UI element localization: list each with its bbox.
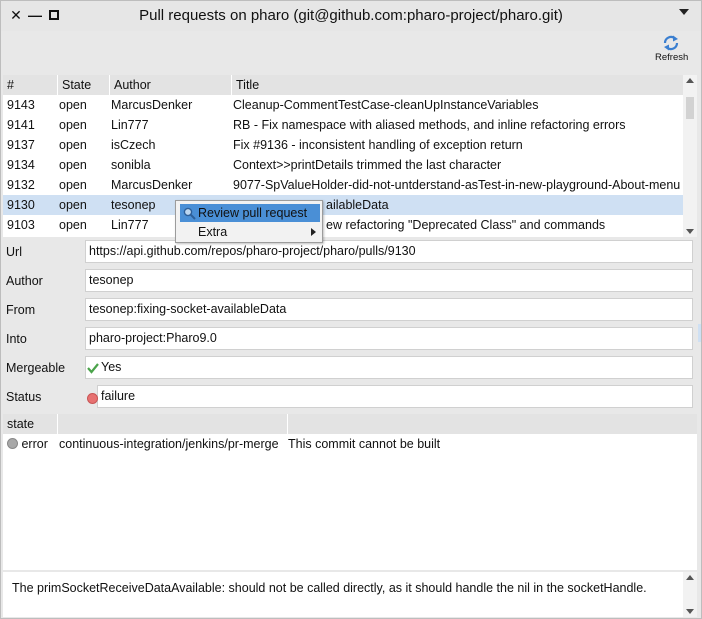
column-header-context[interactable] [57, 414, 287, 434]
pr-state: open [59, 178, 87, 192]
column-header-number[interactable]: # [3, 75, 57, 95]
description-cell: This commit cannot be built [288, 437, 441, 451]
scroll-up-icon[interactable] [686, 78, 694, 83]
scroll-up-icon[interactable] [686, 575, 694, 580]
pr-state: open [59, 138, 87, 152]
status-checks-table[interactable]: state error continuous-integration/jenki… [3, 414, 697, 570]
state-cell: error [7, 434, 48, 454]
pull-requests-window: ✕ — Pull requests on pharo (git@github.c… [0, 0, 702, 619]
pr-author: MarcusDenker [111, 178, 193, 192]
table-row[interactable]: 9137 open isCzech Fix #9136 - inconsiste… [3, 135, 683, 155]
url-field[interactable]: https://api.github.com/repos/pharo-proje… [85, 240, 693, 263]
failure-status-icon [87, 393, 98, 404]
pr-description-panel[interactable]: The primSocketReceiveDataAvailable: shou… [3, 572, 697, 617]
author-row: Author tesonep [1, 269, 701, 295]
status-field: failure [97, 385, 693, 408]
toolbar: Refresh [1, 31, 701, 73]
pr-description-text: The primSocketReceiveDataAvailable: shou… [12, 581, 647, 595]
url-label: Url [6, 245, 22, 259]
pr-state: open [59, 118, 87, 132]
pr-title: ew refactoring "Deprecated Class" and co… [326, 218, 606, 232]
pull-request-table[interactable]: # State Author Title 9143 open MarcusDen… [3, 75, 697, 237]
table-row[interactable]: 9134 open sonibla Context>>printDetails … [3, 155, 683, 175]
table-row[interactable]: 9143 open MarcusDenker Cleanup-CommentTe… [3, 95, 683, 115]
table-row[interactable]: 9141 open Lin777 RB - Fix namespace with… [3, 115, 683, 135]
scroll-down-icon[interactable] [686, 609, 694, 614]
status-label: Status [6, 390, 42, 404]
pr-number: 9137 [7, 138, 35, 152]
status-row: Status failure [1, 385, 701, 411]
pr-number: 9141 [7, 118, 35, 132]
pr-title: ailableData [326, 198, 389, 212]
pr-title: 9077-SpValueHolder-did-not-untderstand-a… [233, 178, 681, 192]
pr-number: 9134 [7, 158, 35, 172]
refresh-label: Refresh [655, 52, 689, 63]
pr-title: Fix #9136 - inconsistent handling of exc… [233, 138, 523, 152]
into-field[interactable]: pharo-project:Pharo9.0 [85, 327, 693, 350]
pr-author: sonibla [111, 158, 151, 172]
pr-state: open [59, 218, 87, 232]
pr-number: 9130 [7, 198, 35, 212]
table-row[interactable]: 9132 open MarcusDenker 9077-SpValueHolde… [3, 175, 683, 195]
table-row-selected[interactable]: 9130 open tesonep ailableData [3, 195, 683, 215]
scrollbar-thumb[interactable] [686, 97, 694, 119]
pr-number: 9143 [7, 98, 35, 112]
table-header: # State Author Title [3, 75, 683, 95]
author-label: Author [6, 274, 43, 288]
column-header-author[interactable]: Author [109, 75, 231, 95]
table-scrollbar[interactable] [683, 75, 697, 237]
menu-item-review-pull-request[interactable]: Review pull request [180, 204, 320, 222]
mergeable-label: Mergeable [6, 361, 66, 375]
column-header-state[interactable]: State [57, 75, 109, 95]
checkmark-icon [87, 363, 99, 374]
pr-state: open [59, 198, 87, 212]
pr-title: Context>>printDetails trimmed the last c… [233, 158, 502, 172]
refresh-icon [663, 35, 679, 51]
submenu-arrow-icon [311, 228, 316, 236]
table-header: state [3, 414, 697, 434]
pr-author: Lin777 [111, 118, 149, 132]
pr-state: open [59, 98, 87, 112]
from-row: From tesonep:fixing-socket-availableData [1, 298, 701, 324]
pr-title: RB - Fix namespace with aliased methods,… [233, 118, 626, 132]
pr-author: MarcusDenker [111, 98, 193, 112]
pr-title: Cleanup-CommentTestCase-cleanUpInstanceV… [233, 98, 539, 112]
url-row: Url https://api.github.com/repos/pharo-p… [1, 240, 701, 266]
state-value: error [21, 437, 48, 451]
pr-author: isCzech [111, 138, 156, 152]
description-scrollbar[interactable] [683, 572, 697, 617]
context-menu: Review pull request Extra [175, 200, 323, 243]
pr-state: open [59, 158, 87, 172]
from-field[interactable]: tesonep:fixing-socket-availableData [85, 298, 693, 321]
context-cell: continuous-integration/jenkins/pr-merge [59, 437, 279, 451]
column-header-description[interactable] [287, 414, 697, 434]
magnifier-icon [183, 207, 196, 220]
title-bar[interactable]: ✕ — Pull requests on pharo (git@github.c… [1, 1, 701, 31]
into-row: Into pharo-project:Pharo9.0 [1, 327, 701, 353]
menu-item-label: Review pull request [198, 206, 308, 220]
refresh-button[interactable]: Refresh [655, 35, 689, 63]
menu-item-label: Extra [198, 225, 228, 239]
menu-item-extra[interactable]: Extra [180, 223, 320, 241]
mergeable-field: Yes [85, 356, 693, 379]
error-status-icon [7, 438, 18, 449]
into-label: Into [6, 332, 27, 346]
column-header-title[interactable]: Title [231, 75, 683, 95]
mergeable-row: Mergeable Yes [1, 356, 701, 382]
from-label: From [6, 303, 36, 317]
window-menu-chevron-icon[interactable] [679, 9, 689, 15]
window-title: Pull requests on pharo (git@github.com:p… [139, 7, 563, 24]
pr-number: 9103 [7, 218, 35, 232]
pr-number: 9132 [7, 178, 35, 192]
table-row[interactable]: error continuous-integration/jenkins/pr-… [3, 434, 697, 454]
table-row[interactable]: 9103 open Lin777 ew refactoring "Depreca… [3, 215, 683, 235]
selection-edge [698, 324, 701, 342]
column-header-state[interactable]: state [3, 414, 57, 434]
author-field[interactable]: tesonep [85, 269, 693, 292]
scroll-down-icon[interactable] [686, 229, 694, 234]
